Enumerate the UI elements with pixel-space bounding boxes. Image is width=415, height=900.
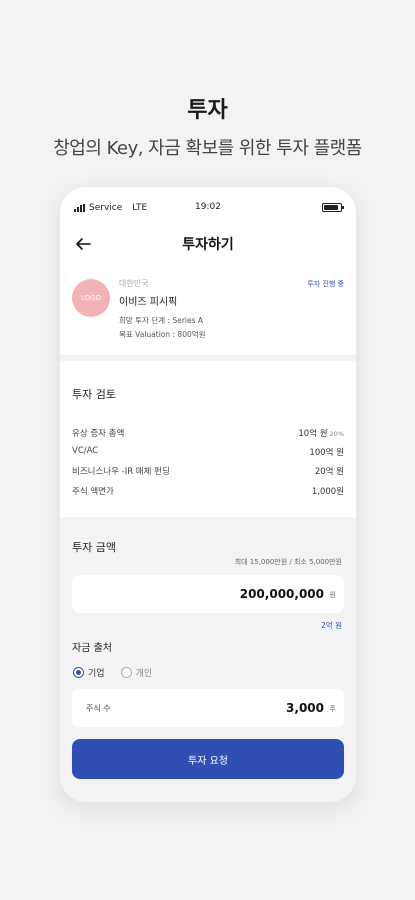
shares-unit: 주 [329, 705, 336, 713]
review-label: 비즈니스나우 -IR 매체 펀딩 [72, 467, 170, 477]
review-row: 주식 액면가 1,000원 [72, 485, 344, 499]
radio-label: 개인 [135, 669, 153, 679]
review-title: 투자 검토 [72, 388, 116, 401]
amount-limit: 최대 15,000만원 / 최소 5,000만원 [234, 558, 342, 566]
company-card[interactable]: LOGO 대한민국 이비즈 피시픽 희망 투자 단계 : Series A 목표… [60, 263, 356, 355]
review-value: 1,000원 [311, 487, 344, 497]
review-row: VC/AC 100억 원 [72, 446, 344, 460]
amount-hint: 2억 원 [321, 621, 342, 630]
review-row: 유상 증자 총액 10억 원 20% [72, 427, 344, 441]
radio-individual[interactable]: 개인 [120, 666, 153, 679]
review-section: 투자 검토 유상 증자 총액 10억 원 20% VC/AC 100억 원 비즈니… [60, 361, 356, 517]
shares-field[interactable]: 주식 수 3,000 주 [72, 689, 344, 727]
review-label: 유상 증자 총액 [72, 429, 125, 439]
battery-level [324, 205, 339, 210]
phone-mockup: Service LTE 19:02 투자하기 LOGO 대한민국 이비즈 피시픽… [60, 187, 356, 802]
company-stage: 희망 투자 단계 : Series A [119, 316, 204, 325]
company-logo: LOGO [72, 279, 110, 317]
page-title: 투자하기 [182, 237, 234, 253]
status-time: 19:02 [195, 202, 221, 212]
review-label: 주식 액면가 [72, 487, 114, 497]
company-country: 대한민국 [119, 279, 149, 288]
source-radio-group: 기업 개인 [73, 666, 152, 679]
app-header: 투자하기 [60, 225, 356, 263]
radio-unselected-icon [120, 667, 132, 678]
company-name: 이비즈 피시픽 [119, 297, 178, 308]
amount-unit: 원 [329, 591, 336, 599]
amount-title: 투자 금액 [72, 541, 116, 554]
battery-icon [322, 203, 344, 212]
source-title: 자금 출처 [72, 643, 112, 654]
submit-label: 투자 요청 [188, 755, 228, 767]
radio-selected-icon [73, 667, 84, 678]
review-label: VC/AC [72, 446, 99, 456]
review-note: 20% [329, 430, 344, 438]
back-button[interactable] [72, 233, 94, 255]
hero-title: 투자 [187, 98, 228, 123]
radio-company[interactable]: 기업 [73, 666, 105, 679]
review-value: 20억 원 [314, 467, 344, 477]
amount-input[interactable]: 200,000,000 원 [72, 575, 344, 613]
status-badge: 투자 진행 중 [307, 280, 344, 288]
review-value: 10억 원 20% [298, 429, 344, 439]
review-row: 비즈니스나우 -IR 매체 펀딩 20억 원 [72, 465, 344, 479]
company-valuation: 목표 Valuation : 800억원 [119, 330, 206, 339]
status-bar: Service LTE 19:02 [60, 187, 356, 225]
amount-value: 200,000,000 [239, 587, 324, 601]
review-value: 100억 원 [309, 448, 344, 458]
submit-investment-button[interactable]: 투자 요청 [72, 739, 344, 779]
hero-subtitle: 창업의 Key, 자금 확보를 위한 투자 플랫폼 [53, 138, 362, 159]
shares-label: 주식 수 [86, 704, 111, 713]
investment-section: 투자 금액 최대 15,000만원 / 최소 5,000만원 200,000,0… [60, 517, 356, 802]
radio-label: 기업 [88, 669, 105, 679]
shares-value: 3,000 [286, 701, 324, 715]
arrow-left-icon [76, 238, 91, 250]
